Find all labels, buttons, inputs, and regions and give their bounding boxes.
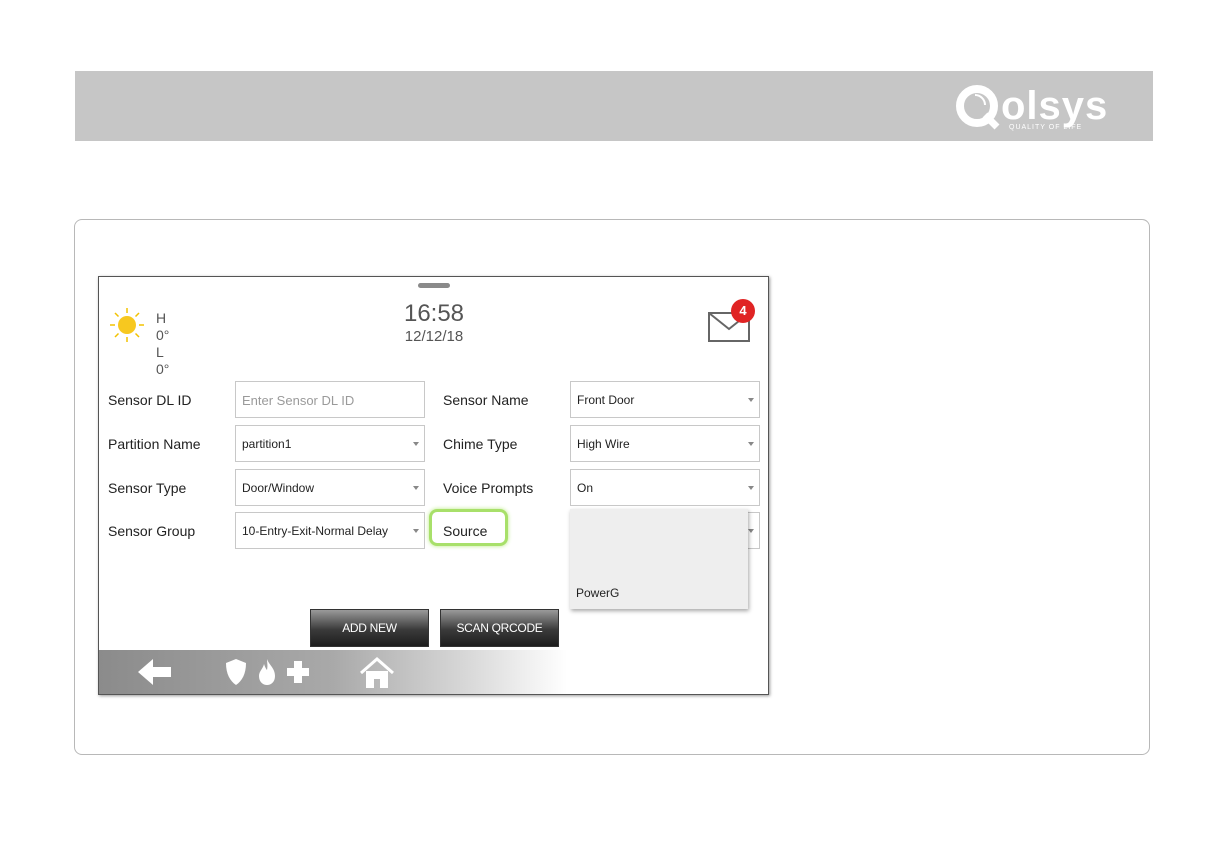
partition-name-label: Partition Name bbox=[108, 436, 201, 452]
sensor-dl-id-label: Sensor DL ID bbox=[108, 392, 192, 408]
sensor-dl-id-input[interactable]: Enter Sensor DL ID bbox=[235, 381, 425, 418]
sensor-group-value: 10-Entry-Exit-Normal Delay bbox=[242, 524, 389, 538]
message-count-badge: 4 bbox=[731, 299, 755, 323]
temperature-readout: H 0° L 0° bbox=[156, 310, 169, 378]
voice-prompts-value: On bbox=[577, 481, 594, 495]
sensor-group-label: Sensor Group bbox=[108, 523, 196, 539]
header-bar: olsys QUALITY OF LIFE bbox=[75, 71, 1153, 141]
voice-prompts-select[interactable]: On bbox=[570, 469, 760, 506]
plus-icon[interactable] bbox=[285, 656, 311, 688]
add-new-button[interactable]: ADD NEW bbox=[310, 609, 429, 647]
temp-high: H 0° bbox=[156, 310, 170, 343]
sensor-name-select[interactable]: Front Door bbox=[570, 381, 760, 418]
chevron-down-icon bbox=[413, 442, 419, 446]
sun-icon bbox=[110, 308, 144, 342]
source-dropdown-menu: PowerG bbox=[570, 509, 748, 609]
source-option-powerg[interactable]: PowerG bbox=[576, 586, 619, 600]
back-arrow-icon[interactable] bbox=[135, 656, 175, 688]
sensor-group-select[interactable]: 10-Entry-Exit-Normal Delay bbox=[235, 512, 425, 549]
source-label-highlight bbox=[429, 509, 508, 546]
sensor-dl-id-placeholder: Enter Sensor DL ID bbox=[242, 393, 355, 408]
messages-button[interactable]: 4 bbox=[707, 299, 759, 343]
chevron-down-icon bbox=[748, 442, 754, 446]
clock-date: 12/12/18 bbox=[404, 328, 464, 345]
sensor-type-select[interactable]: Door/Window bbox=[235, 469, 425, 506]
logo-q-icon bbox=[956, 85, 1000, 130]
chevron-down-icon bbox=[413, 529, 419, 533]
clock: 16:58 12/12/18 bbox=[359, 299, 509, 345]
chevron-down-icon bbox=[748, 398, 754, 402]
logo-tagline: QUALITY OF LIFE bbox=[1009, 124, 1083, 131]
voice-prompts-label: Voice Prompts bbox=[443, 480, 534, 496]
partition-name-select[interactable]: partition1 bbox=[235, 425, 425, 462]
shield-icon[interactable] bbox=[223, 656, 249, 688]
panel-screen: H 0° L 0° 16:58 12/12/18 4 Sensor DL ID … bbox=[98, 276, 769, 695]
home-icon[interactable] bbox=[358, 656, 396, 690]
chevron-down-icon bbox=[748, 486, 754, 490]
sensor-name-label: Sensor Name bbox=[443, 392, 529, 408]
temp-low: L 0° bbox=[156, 344, 170, 377]
pull-down-handle[interactable] bbox=[418, 283, 450, 288]
partition-name-value: partition1 bbox=[242, 437, 292, 451]
sensor-type-value: Door/Window bbox=[242, 481, 315, 495]
qolsys-logo: olsys QUALITY OF LIFE bbox=[955, 79, 1133, 135]
chevron-down-icon bbox=[413, 486, 419, 490]
bottom-nav-bar bbox=[99, 650, 768, 694]
chevron-down-icon bbox=[748, 529, 754, 533]
sensor-name-value: Front Door bbox=[577, 393, 635, 407]
clock-time: 16:58 bbox=[403, 300, 465, 327]
chime-type-value: High Wire bbox=[577, 437, 630, 451]
chime-type-select[interactable]: High Wire bbox=[570, 425, 760, 462]
scan-qrcode-button[interactable]: SCAN QRCODE bbox=[440, 609, 559, 647]
flame-icon[interactable] bbox=[255, 656, 279, 688]
sensor-type-label: Sensor Type bbox=[108, 480, 187, 496]
logo-wordmark: olsys bbox=[1001, 84, 1109, 128]
chime-type-label: Chime Type bbox=[443, 436, 518, 452]
